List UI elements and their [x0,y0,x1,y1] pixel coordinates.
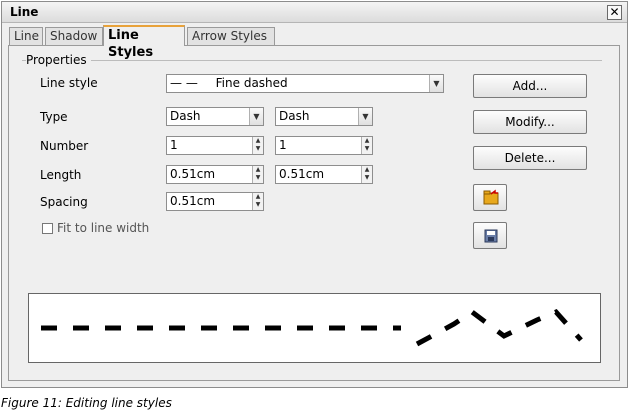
chevron-down-icon: ▼ [249,108,263,125]
spacing-value: 0.51cm [170,194,216,208]
length-label: Length [40,168,82,182]
tab-line-styles-label: Line Styles [108,28,154,60]
type-label: Type [40,110,68,124]
dialog-title: Line [10,5,39,19]
line-style-preview-area [28,293,601,363]
number-input-2[interactable]: 1 ▲ ▼ [275,136,373,155]
spinner-arrows-icon[interactable]: ▲ ▼ [252,166,263,183]
number-value-1: 1 [170,138,178,152]
number-input-1[interactable]: 1 ▲ ▼ [166,136,264,155]
tab-shadow[interactable]: Shadow [45,27,103,45]
delete-button-label: Delete... [504,151,556,165]
spinner-arrows-icon[interactable]: ▲ ▼ [252,137,263,154]
delete-button[interactable]: Delete... [473,146,587,170]
line-style-select[interactable]: — — Fine dashed ▼ [166,74,444,93]
type-select-2[interactable]: Dash ▼ [275,107,373,126]
save-line-styles-button[interactable] [473,222,507,249]
line-style-label: Line style [40,76,98,90]
fit-to-line-width-label: Fit to line width [57,221,150,235]
dashed-line-preview [41,308,583,347]
properties-group-label: Properties [26,53,91,67]
tab-line[interactable]: Line [9,27,43,45]
type-value-2: Dash [279,109,310,123]
number-label: Number [40,139,89,153]
length-value-1: 0.51cm [170,167,216,181]
length-input-2[interactable]: 0.51cm ▲ ▼ [275,165,373,184]
add-button-label: Add... [512,79,548,93]
modify-button[interactable]: Modify... [473,110,587,134]
chevron-down-icon: ▼ [358,108,372,125]
tab-line-styles[interactable]: Line Styles [103,25,185,60]
floppy-disk-icon [484,229,498,243]
chevron-down-icon: ▼ [429,75,443,92]
type-select-1[interactable]: Dash ▼ [166,107,264,126]
type-value-1: Dash [170,109,201,123]
spinner-arrows-icon[interactable]: ▲ ▼ [361,166,372,183]
load-line-styles-button[interactable] [473,184,507,211]
spacing-input[interactable]: 0.51cm ▲ ▼ [166,192,264,211]
spacing-label: Spacing [40,195,88,209]
tab-arrow-styles-label: Arrow Styles [192,29,267,43]
figure-caption: Figure 11: Editing line styles [1,396,172,410]
line-style-preview: — — [170,76,198,90]
tab-arrow-styles[interactable]: Arrow Styles [187,27,275,45]
folder-open-icon [483,189,499,205]
modify-button-label: Modify... [505,115,555,129]
tab-line-label: Line [14,29,40,43]
close-icon: ✕ [609,5,620,19]
line-style-value: Fine dashed [215,76,288,90]
length-value-2: 0.51cm [279,167,325,181]
spinner-arrows-icon[interactable]: ▲ ▼ [252,193,263,210]
zigzag-dashed-line [415,308,583,347]
tab-shadow-label: Shadow [50,29,98,43]
spinner-arrows-icon[interactable]: ▲ ▼ [361,137,372,154]
fit-to-line-width-checkbox[interactable] [42,223,53,234]
title-bar: Line ✕ [2,2,627,23]
number-value-2: 1 [279,138,287,152]
add-button[interactable]: Add... [473,74,587,98]
close-button[interactable]: ✕ [607,5,622,20]
length-input-1[interactable]: 0.51cm ▲ ▼ [166,165,264,184]
